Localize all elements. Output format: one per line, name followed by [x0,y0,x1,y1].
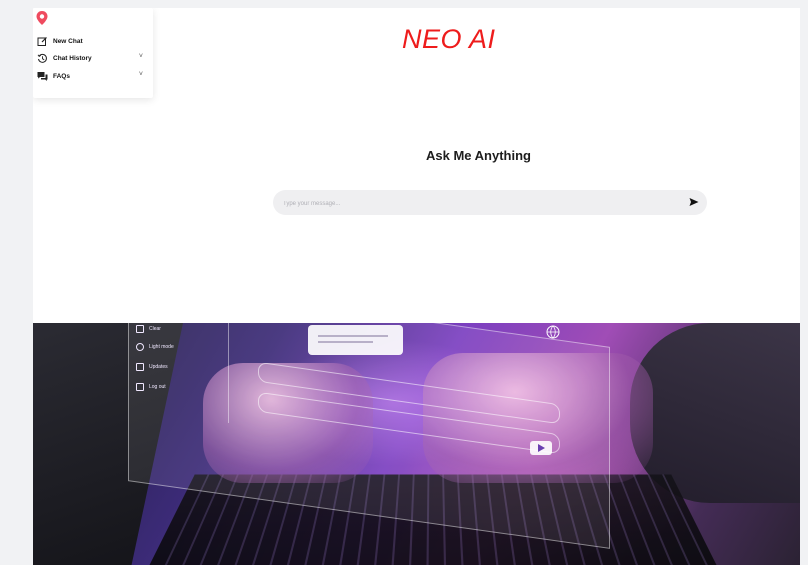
app-frame: New Chat Chat History ˅ FAQs ˅ NEO AI As… [33,8,800,565]
holographic-sidebar: Clear Light mode Updates Log out [128,323,229,423]
panel-item: Light mode [136,343,174,351]
hero-image: Clear Light mode Updates Log out [33,323,800,565]
page-title: Ask Me Anything [426,148,531,163]
panel-item: Updates [136,363,168,371]
check-square-icon [136,363,144,371]
edit-icon [37,36,48,47]
globe-icon [546,325,560,339]
message-input[interactable] [281,195,665,212]
panel-item-label: Clear [149,326,161,332]
panel-item-label: Updates [149,364,168,370]
chat-bubble-graphic [308,325,403,355]
location-pin-icon[interactable] [36,11,48,25]
sidebar-item-label: Chat History [53,54,92,62]
sidebar-item-new-chat[interactable]: New Chat [37,34,149,48]
panel-item-label: Log out [149,384,166,390]
panel-item: Log out [136,383,166,391]
panel-item: Clear [136,325,161,333]
send-icon[interactable] [689,197,699,207]
sidebar-item-label: New Chat [53,37,83,45]
sidebar-item-label: FAQs [53,72,70,80]
chevron-down-icon[interactable]: ˅ [139,71,143,78]
logout-icon [136,383,144,391]
holographic-send-button [530,441,552,455]
history-icon [37,53,48,64]
panel-item-label: Light mode [149,344,174,350]
sidebar-item-chat-history[interactable]: Chat History ˅ [37,51,149,65]
chat-input-bar [273,190,707,215]
chat-bubbles-icon [37,71,48,82]
chevron-down-icon[interactable]: ˅ [139,53,143,60]
sidebar-item-faqs[interactable]: FAQs ˅ [37,69,149,83]
trash-icon [136,325,144,333]
sun-icon [136,343,144,351]
brand-title: NEO AI [402,24,496,54]
sidebar: New Chat Chat History ˅ FAQs ˅ [33,8,153,98]
